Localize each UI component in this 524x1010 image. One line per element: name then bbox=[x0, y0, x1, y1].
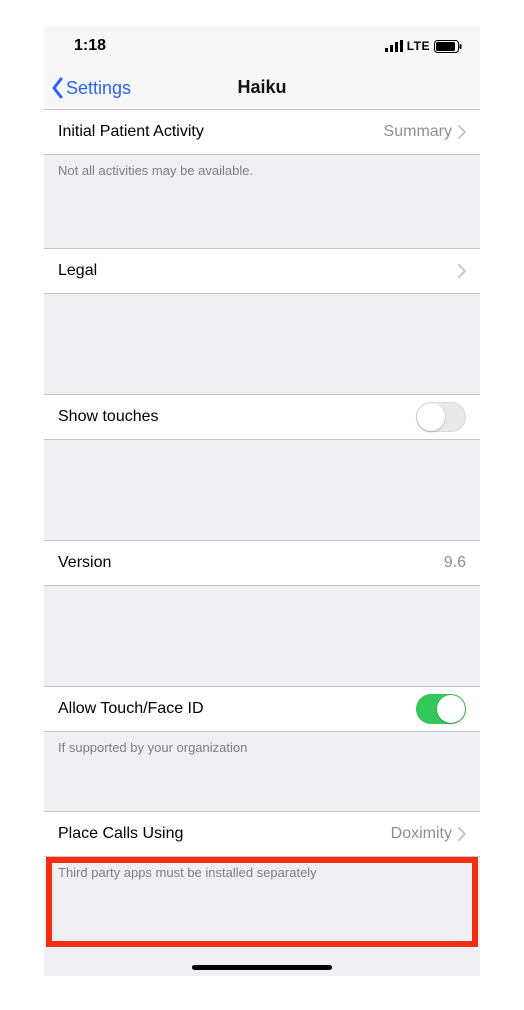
status-bar: 1:18 LTE bbox=[44, 26, 480, 66]
network-type: LTE bbox=[407, 39, 430, 53]
battery-icon bbox=[434, 40, 462, 53]
row-label: Show touches bbox=[58, 408, 159, 426]
nav-bar: Settings Haiku bbox=[44, 66, 480, 110]
back-button[interactable]: Settings bbox=[50, 66, 131, 110]
chevron-right-icon bbox=[458, 264, 466, 278]
row-version: Version 9.6 bbox=[44, 540, 480, 586]
status-right: LTE bbox=[385, 39, 462, 53]
row-place-calls-using[interactable]: Place Calls Using Doximity bbox=[44, 811, 480, 857]
group-gap bbox=[44, 586, 480, 686]
row-value: 9.6 bbox=[444, 554, 466, 572]
chevron-right-icon bbox=[458, 125, 466, 139]
home-indicator[interactable] bbox=[192, 965, 332, 970]
status-time: 1:18 bbox=[74, 37, 106, 55]
group-gap bbox=[44, 440, 480, 540]
page-title: Haiku bbox=[237, 77, 286, 98]
back-label: Settings bbox=[66, 78, 131, 99]
place-calls-footer: Third party apps must be installed separ… bbox=[44, 857, 480, 880]
row-label: Initial Patient Activity bbox=[58, 123, 204, 141]
row-allow-touch-face-id[interactable]: Allow Touch/Face ID bbox=[44, 686, 480, 732]
row-label: Place Calls Using bbox=[58, 825, 183, 843]
group-gap bbox=[44, 178, 480, 248]
row-label: Legal bbox=[58, 262, 97, 280]
chevron-left-icon bbox=[50, 77, 64, 99]
row-show-touches[interactable]: Show touches bbox=[44, 394, 480, 440]
group-gap bbox=[44, 294, 480, 394]
chevron-right-icon bbox=[458, 827, 466, 841]
row-value: Summary bbox=[384, 123, 452, 141]
row-initial-patient-activity[interactable]: Initial Patient Activity Summary bbox=[44, 109, 480, 155]
app-frame: 1:18 LTE Settings Haiku In bbox=[44, 26, 480, 976]
cellular-signal-icon bbox=[385, 40, 403, 52]
row-label: Version bbox=[58, 554, 111, 572]
row-legal[interactable]: Legal bbox=[44, 248, 480, 294]
allow-touch-face-id-switch[interactable] bbox=[416, 694, 466, 724]
initial-activity-footer: Not all activities may be available. bbox=[44, 155, 480, 178]
allow-touch-face-id-footer: If supported by your organization bbox=[44, 732, 480, 755]
row-value: Doximity bbox=[391, 825, 452, 843]
group-gap bbox=[44, 755, 480, 811]
show-touches-switch[interactable] bbox=[416, 402, 466, 432]
row-label: Allow Touch/Face ID bbox=[58, 700, 204, 718]
